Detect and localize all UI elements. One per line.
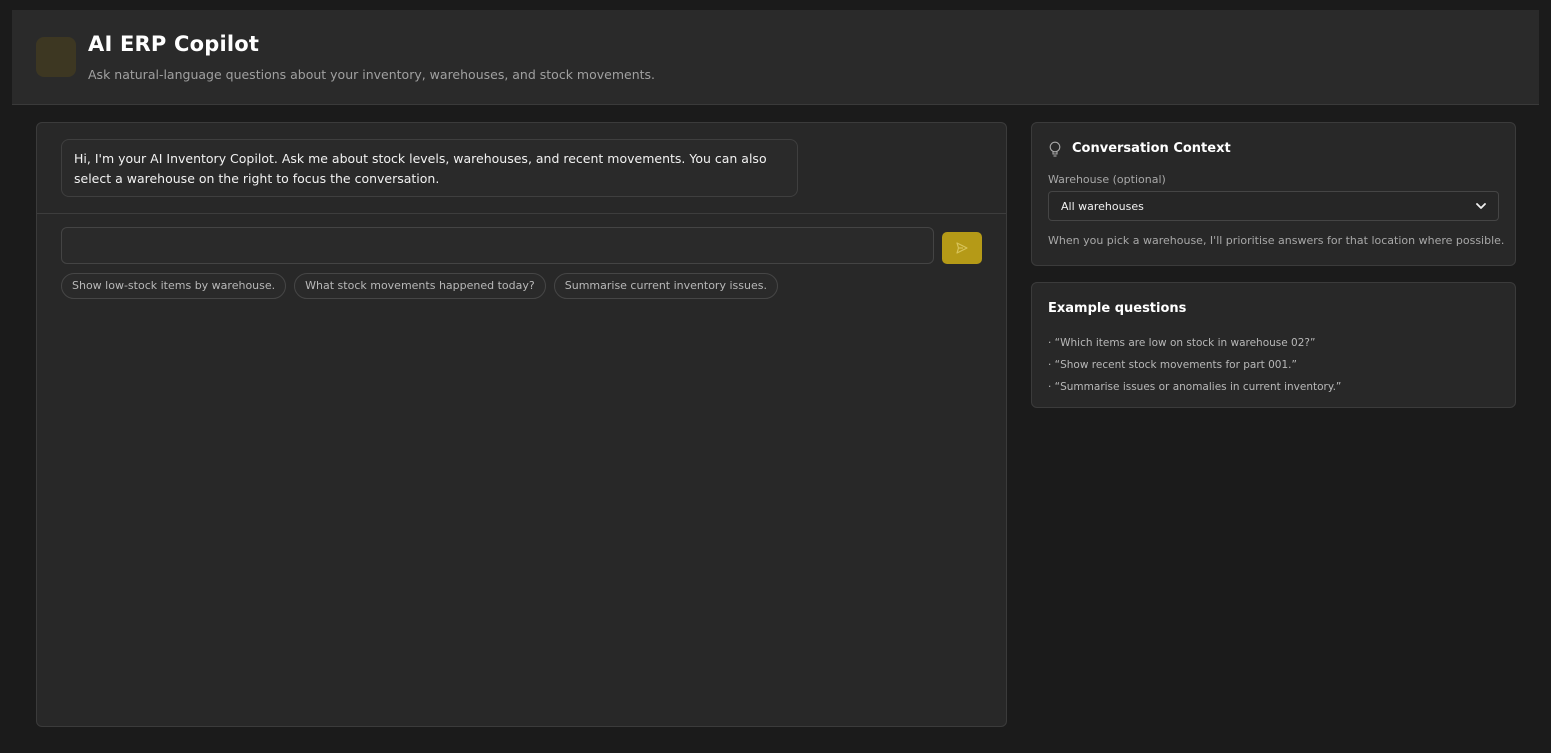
- examples-title: Example questions: [1048, 301, 1187, 316]
- app-subtitle: Ask natural-language questions about you…: [88, 67, 655, 82]
- app-title: AI ERP Copilot: [88, 32, 260, 56]
- suggestion-chip[interactable]: Summarise current inventory issues.: [553, 273, 778, 299]
- send-icon: [956, 242, 968, 254]
- example-list: · “Which items are low on stock in wareh…: [1048, 332, 1341, 398]
- app-header: AI ERP Copilot Ask natural-language ques…: [12, 10, 1539, 105]
- assistant-message: Hi, I'm your AI Inventory Copilot. Ask m…: [61, 139, 798, 197]
- suggestion-chip[interactable]: What stock movements happened today?: [294, 273, 546, 299]
- chat-panel: Hi, I'm your AI Inventory Copilot. Ask m…: [36, 122, 1007, 727]
- suggestion-chips: Show low-stock items by warehouse. What …: [61, 273, 778, 299]
- examples-card: Example questions · “Which items are low…: [1031, 282, 1516, 408]
- context-card: Conversation Context Warehouse (optional…: [1031, 122, 1516, 266]
- send-button[interactable]: [942, 232, 982, 264]
- chevron-down-icon: [1476, 203, 1486, 209]
- warehouse-label: Warehouse (optional): [1048, 173, 1166, 186]
- warehouse-selected-value: All warehouses: [1061, 199, 1144, 213]
- warehouse-hint: When you pick a warehouse, I'll prioriti…: [1048, 234, 1505, 247]
- chat-input[interactable]: [61, 227, 934, 264]
- suggestion-chip[interactable]: Show low-stock items by warehouse.: [61, 273, 287, 299]
- example-question: · “Summarise issues or anomalies in curr…: [1048, 381, 1342, 393]
- context-title: Conversation Context: [1072, 141, 1231, 156]
- example-question: · “Show recent stock movements for part …: [1048, 359, 1297, 371]
- divider: [37, 213, 1006, 214]
- lightbulb-icon: [1049, 141, 1061, 157]
- example-question: · “Which items are low on stock in wareh…: [1048, 337, 1316, 349]
- warehouse-select[interactable]: All warehouses: [1048, 191, 1499, 221]
- logo-icon: [36, 37, 76, 77]
